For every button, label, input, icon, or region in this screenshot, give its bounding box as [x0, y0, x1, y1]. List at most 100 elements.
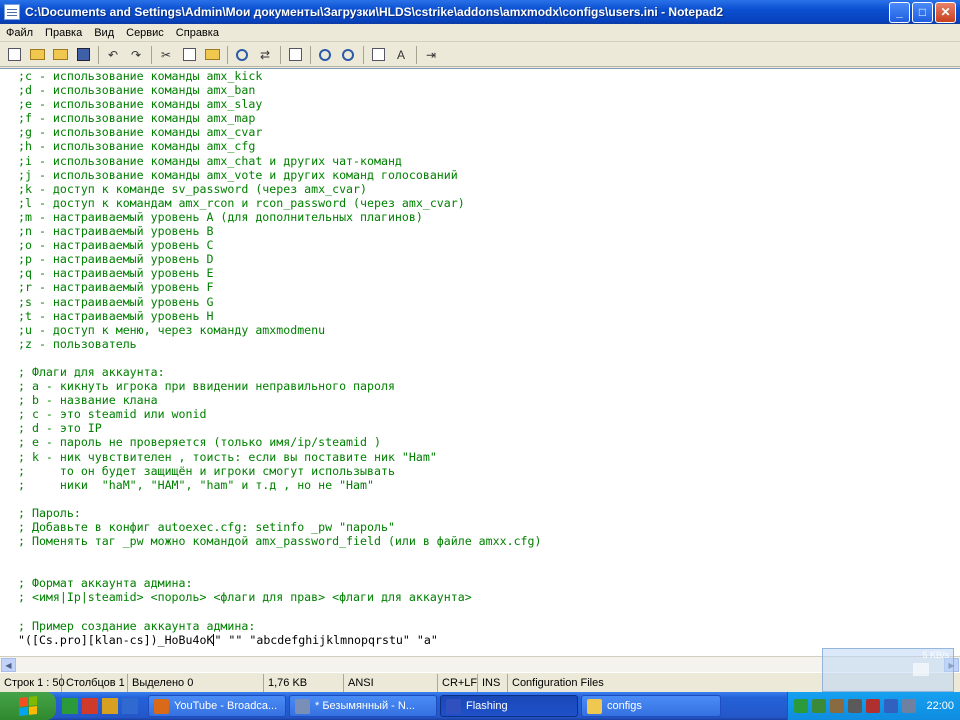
toolbar: ↶ ↷ ✂ ⇄ A ⇥ [0, 43, 960, 67]
wordwrap-icon[interactable] [285, 45, 305, 65]
notepad2-window: C:\Documents and Settings\Admin\Мои доку… [0, 0, 960, 692]
editor-line: ; <имя|Ip|steamid> <пороль> <флаги для п… [18, 590, 472, 605]
tray-app-icon[interactable] [812, 699, 827, 713]
menu-tools[interactable]: Сервис [120, 27, 170, 39]
toolbar-separator [227, 45, 228, 64]
editor-line-current: "([Cs.pro][klan-cs])_HoBu4oK" "" "abcdef… [18, 633, 542, 647]
cut-icon[interactable]: ✂ [156, 45, 176, 65]
open-icon[interactable] [27, 45, 47, 65]
close-button[interactable]: ✕ [935, 1, 956, 23]
editor-line: ;e - использование команды amx_slay [18, 97, 263, 112]
toolbar-separator [363, 45, 364, 64]
text-editor[interactable]: ;c - использование команды amx_kick ;d - … [0, 68, 960, 656]
taskbar-task-button[interactable]: YouTube - Broadca... [148, 695, 286, 717]
status-selection: Выделено 0 [128, 673, 264, 692]
replace-icon[interactable]: ⇄ [255, 45, 275, 65]
editor-line: ; Формат аккаунта админа: [18, 576, 193, 591]
editor-line: ; Добавьте в конфиг autoexec.cfg: setinf… [18, 520, 395, 534]
status-column: Столбцов 1 [62, 673, 128, 692]
save-icon[interactable] [73, 45, 93, 65]
menu-help[interactable]: Справка [170, 27, 225, 39]
new-icon[interactable] [4, 45, 24, 65]
task-label: YouTube - Broadca... [174, 700, 278, 712]
app-launch-icon[interactable] [102, 698, 118, 714]
taskbar-task-button[interactable]: * Безымянный - N... [289, 695, 437, 717]
editor-line: ; b - название клана [18, 393, 158, 408]
editor-line: ;o - настраиваемый уровень C [18, 238, 214, 253]
editor-line: ; e - пароль не проверяется (только имя/… [18, 435, 381, 450]
menu-bar: Файл Правка Вид Сервис Справка [0, 24, 960, 42]
status-position: Строк 1 : 50 [0, 673, 65, 692]
status-mode: INS [478, 673, 508, 692]
scheme-icon[interactable]: A [391, 45, 411, 65]
app-launch-icon[interactable] [122, 698, 138, 714]
copy-icon[interactable] [179, 45, 199, 65]
zoom-out-icon[interactable] [338, 45, 358, 65]
status-size: 1,76 KB [264, 673, 344, 692]
network-icon [913, 663, 929, 676]
window-title: C:\Documents and Settings\Admin\Мои доку… [25, 5, 724, 19]
network-tray-icon[interactable] [902, 699, 917, 713]
tray-app-icon[interactable] [794, 699, 809, 713]
editor-line: ;z - пользователь [18, 336, 137, 351]
volume-icon[interactable] [848, 699, 863, 713]
menu-file[interactable]: Файл [0, 27, 39, 39]
clock[interactable]: 22:00 [926, 700, 954, 712]
view-icon[interactable] [368, 45, 388, 65]
editor-line: ;h - использование команды amx_cfg [18, 139, 256, 154]
tray-app-icon[interactable] [830, 699, 845, 713]
editor-lines: ;c - использование команды amx_kick ;d - … [18, 69, 542, 647]
quick-launch [62, 698, 142, 714]
exit-icon[interactable]: ⇥ [421, 45, 441, 65]
editor-line: ; a - кикнуть игрока при ввидении неправ… [18, 379, 395, 394]
network-speed-label: 5 KB/s [922, 650, 949, 660]
task-label: configs [607, 700, 642, 712]
notepad-app-icon [4, 4, 20, 20]
task-label: * Безымянный - N... [315, 700, 415, 712]
taskbar: YouTube - Broadca... * Безымянный - N... F… [0, 692, 960, 720]
text-before-cursor: "([Cs.pro][klan-cs])_HoBu4oK [18, 632, 214, 647]
start-button[interactable] [0, 692, 56, 720]
menu-view[interactable]: Вид [88, 27, 120, 39]
editor-line: ;r - настраиваемый уровень F [18, 280, 214, 295]
tray-app-icon[interactable] [866, 699, 881, 713]
scroll-left-icon[interactable]: ◀ [1, 658, 16, 672]
menu-edit[interactable]: Правка [39, 27, 88, 39]
editor-line: ;l - доступ к командам amx_rcon и rcon_p… [18, 195, 465, 210]
editor-line: ; Пример создание аккаунта админа: [18, 618, 256, 633]
windows-logo-icon [19, 696, 37, 716]
task-app-icon [587, 698, 602, 714]
editor-line: ;n - настраиваемый уровень B [18, 224, 214, 239]
editor-line: ;c - использование команды amx_kick [18, 69, 263, 83]
tray-app-icon[interactable] [884, 699, 899, 713]
paste-icon[interactable] [202, 45, 222, 65]
editor-line: ;m - настраиваемый уровень A (для дополн… [18, 209, 423, 224]
editor-line: ; Пароль: [18, 505, 81, 520]
redo-icon[interactable]: ↷ [126, 45, 146, 65]
horizontal-scrollbar[interactable]: ◀ ▶ [0, 656, 960, 672]
app-launch-icon[interactable] [82, 698, 98, 714]
taskbar-tasks: YouTube - Broadca... * Безымянный - N... F… [148, 695, 724, 717]
editor-line: ;u - доступ к меню, через команду amxmod… [18, 322, 326, 337]
minimize-button[interactable]: _ [889, 1, 910, 23]
task-app-icon [295, 698, 310, 714]
zoom-in-icon[interactable] [315, 45, 335, 65]
taskbar-task-button[interactable]: configs [581, 695, 721, 717]
editor-line: ;q - настраиваемый уровень E [18, 266, 214, 281]
maximize-button[interactable]: □ [912, 1, 933, 23]
network-speed-popup: 5 KB/s [822, 648, 954, 692]
browse-icon[interactable] [50, 45, 70, 65]
title-bar[interactable]: C:\Documents and Settings\Admin\Мои доку… [0, 0, 960, 24]
undo-icon[interactable]: ↶ [103, 45, 123, 65]
status-encoding: ANSI [344, 673, 438, 692]
toolbar-separator [98, 45, 99, 64]
toolbar-separator [151, 45, 152, 64]
app-launch-icon[interactable] [62, 698, 78, 714]
find-icon[interactable] [232, 45, 252, 65]
editor-line: ; то он будет защищён и игроки смогут ис… [18, 463, 395, 478]
taskbar-task-button[interactable]: Flashing [440, 695, 578, 717]
